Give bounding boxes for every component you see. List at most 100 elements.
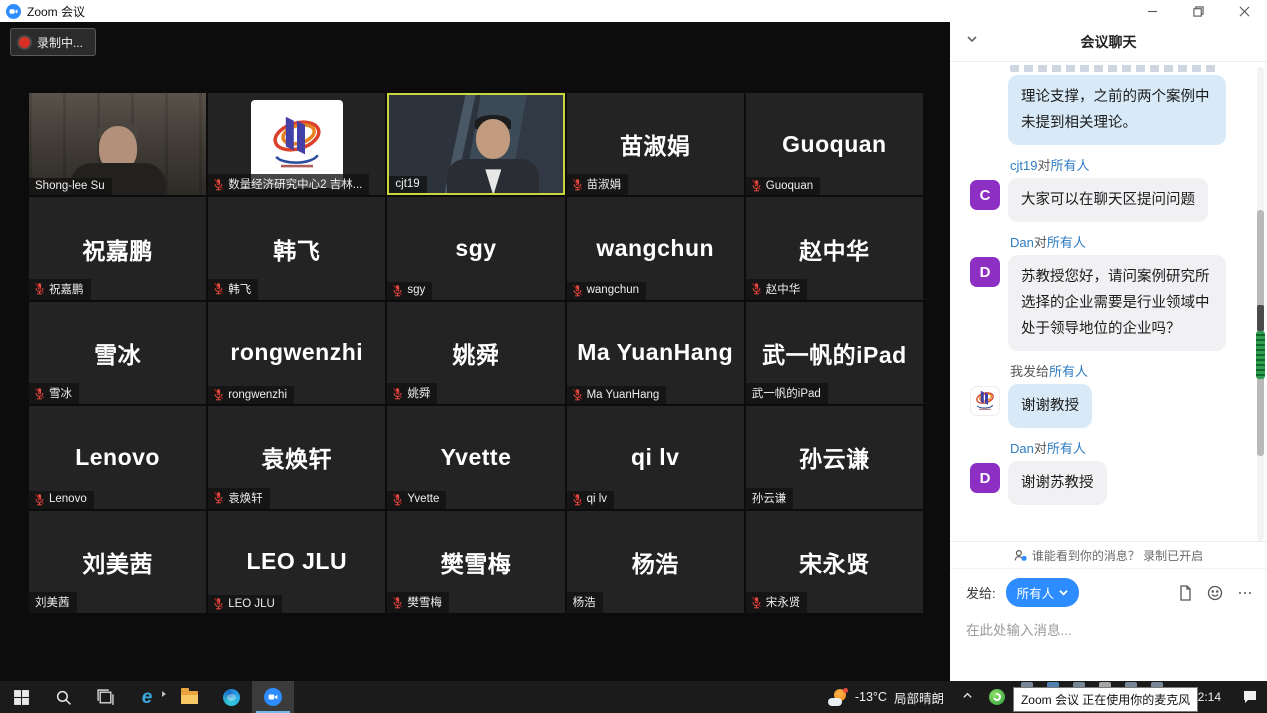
weather-icon: [828, 688, 848, 706]
participant-label: Lenovo: [29, 491, 94, 509]
participant-tile[interactable]: Yvette Yvette: [387, 406, 564, 508]
avatar: D: [970, 257, 1000, 287]
tray-green-app-icon[interactable]: [989, 689, 1005, 705]
participant-name: 祝嘉鹏: [82, 232, 153, 266]
edge-browser-icon[interactable]: [210, 681, 252, 713]
more-options-icon[interactable]: [1237, 585, 1253, 601]
participant-name: 苗淑娟: [620, 127, 691, 161]
taskbar-search-icon[interactable]: [42, 681, 84, 713]
video-gallery: 录制中... Shong-lee Su 数量经济研究中心2 吉林... cjt19 苗…: [0, 22, 950, 681]
participant-tile[interactable]: Ma YuanHangMa YuanHang: [567, 302, 744, 404]
recording-label: 录制中...: [37, 34, 83, 51]
participant-tile[interactable]: 数量经济研究中心2 吉林...: [208, 93, 385, 195]
muted-mic-icon: [750, 179, 763, 192]
participant-label: 姚舜: [387, 383, 437, 404]
participant-tile[interactable]: wangchunwangchun: [567, 197, 744, 299]
participant-tile[interactable]: qi lvqi lv: [567, 406, 744, 508]
muted-mic-icon: [212, 597, 225, 610]
participant-name: 刘美茜: [82, 545, 153, 579]
person-icon: [1014, 549, 1027, 562]
chat-footer: 谁能看到你的消息？ 录制已开启 发给: 所有人 在此处输入消息...: [950, 541, 1267, 649]
taskbar-weather[interactable]: -13°C 局部晴朗: [818, 688, 954, 707]
action-center-icon[interactable]: [1233, 681, 1267, 713]
recording-dot-icon: [19, 37, 30, 48]
participant-name: 杨浩: [632, 545, 679, 579]
task-view-icon[interactable]: [84, 681, 126, 713]
participant-grid: Shong-lee Su数量经济研究中心2 吉林...cjt19苗淑娟苗淑娟Gu…: [29, 93, 923, 613]
zoom-taskbar-icon[interactable]: [252, 681, 294, 713]
participant-label: 袁焕轩: [208, 488, 270, 509]
message-sender: cjt19对所有人: [1010, 155, 1253, 174]
minimize-button[interactable]: [1129, 0, 1175, 22]
file-attach-icon[interactable]: [1177, 585, 1193, 601]
participant-tile[interactable]: 苗淑娟苗淑娟: [567, 93, 744, 195]
participant-label: 祝嘉鹏: [29, 279, 91, 300]
participant-name: Lenovo: [75, 444, 160, 471]
participant-label: 雪冰: [29, 383, 79, 404]
send-to-dropdown[interactable]: 所有人: [1006, 578, 1080, 607]
participant-tile[interactable]: Shong-lee Su: [29, 93, 206, 195]
participant-tile[interactable]: 杨浩杨浩: [567, 511, 744, 613]
close-button[interactable]: [1221, 0, 1267, 22]
muted-mic-icon: [391, 596, 404, 609]
participant-name: Guoquan: [782, 131, 886, 158]
participant-name: rongwenzhi: [230, 339, 363, 366]
participant-tile[interactable]: Lenovo Lenovo: [29, 406, 206, 508]
participant-label: wangchun: [567, 282, 646, 300]
collapse-chat-icon[interactable]: [966, 32, 978, 50]
file-explorer-icon[interactable]: [168, 681, 210, 713]
participant-tile[interactable]: 雪冰雪冰: [29, 302, 206, 404]
muted-mic-icon: [391, 387, 404, 400]
emoji-icon[interactable]: [1207, 585, 1223, 601]
muted-mic-icon: [391, 493, 404, 506]
participant-tile[interactable]: 姚舜姚舜: [387, 302, 564, 404]
start-button[interactable]: [0, 681, 42, 713]
internet-explorer-icon[interactable]: e: [126, 681, 168, 713]
recording-indicator[interactable]: 录制中...: [10, 28, 96, 56]
participant-label: Yvette: [387, 491, 446, 509]
participant-tile[interactable]: LEO JLULEO JLU: [208, 511, 385, 613]
muted-mic-icon: [571, 493, 584, 506]
participant-name: 袁焕轩: [262, 440, 333, 474]
participant-name: 雪冰: [94, 336, 141, 370]
message-sender: Dan对所有人: [1010, 232, 1253, 251]
muted-mic-icon: [33, 387, 46, 400]
participant-label: Guoquan: [746, 177, 820, 195]
institute-logo-icon: [973, 389, 997, 413]
muted-mic-icon: [212, 491, 225, 504]
participant-name: qi lv: [631, 444, 680, 471]
participant-tile[interactable]: 祝嘉鹏祝嘉鹏: [29, 197, 206, 299]
chat-message-list[interactable]: 理论支撑，之前的两个案例中未提到相关理论。cjt19对所有人C大家可以在聊天区提…: [950, 63, 1253, 541]
show-hidden-icons-chevron[interactable]: [954, 688, 981, 706]
chat-visibility-status: 谁能看到你的消息？ 录制已开启: [950, 542, 1267, 569]
participant-tile[interactable]: Guoquan Guoquan: [746, 93, 923, 195]
participant-tile[interactable]: 宋永贤宋永贤: [746, 511, 923, 613]
participant-label: 苗淑娟: [567, 174, 629, 195]
participant-label: Shong-lee Su: [29, 178, 112, 195]
restore-button[interactable]: [1175, 0, 1221, 22]
participant-tile[interactable]: 韩飞韩飞: [208, 197, 385, 299]
participant-label: 数量经济研究中心2 吉林...: [208, 174, 369, 195]
system-tray[interactable]: Zoom 会议 正在使用你的麦克风: [1013, 681, 1185, 713]
participant-name: 赵中华: [799, 232, 870, 266]
participant-tile[interactable]: 樊雪梅樊雪梅: [387, 511, 564, 613]
muted-mic-icon: [750, 282, 763, 295]
chat-input[interactable]: 在此处输入消息...: [950, 607, 1267, 651]
participant-tile[interactable]: sgysgy: [387, 197, 564, 299]
participant-tile[interactable]: 赵中华赵中华: [746, 197, 923, 299]
participant-tile[interactable]: 刘美茜刘美茜: [29, 511, 206, 613]
participant-name: LEO JLU: [246, 548, 347, 575]
chat-message: Dan对所有人D苏教授您好，请问案例研究所选择的企业需要是行业领域中处于领导地位…: [970, 232, 1253, 351]
participant-name: Yvette: [441, 444, 512, 471]
participant-label: cjt19: [389, 176, 426, 193]
avatar: [970, 386, 1000, 416]
participant-tile[interactable]: 袁焕轩袁焕轩: [208, 406, 385, 508]
participant-label: Ma YuanHang: [567, 386, 667, 404]
zoom-app-icon: [6, 4, 21, 19]
participant-tile[interactable]: rongwenzhirongwenzhi: [208, 302, 385, 404]
participant-tile[interactable]: 孙云谦孙云谦: [746, 406, 923, 508]
participant-tile[interactable]: cjt19: [387, 93, 564, 195]
window-title: Zoom 会议: [27, 3, 85, 20]
participant-tile[interactable]: 武一帆的iPad武一帆的iPad: [746, 302, 923, 404]
muted-mic-icon: [33, 493, 46, 506]
